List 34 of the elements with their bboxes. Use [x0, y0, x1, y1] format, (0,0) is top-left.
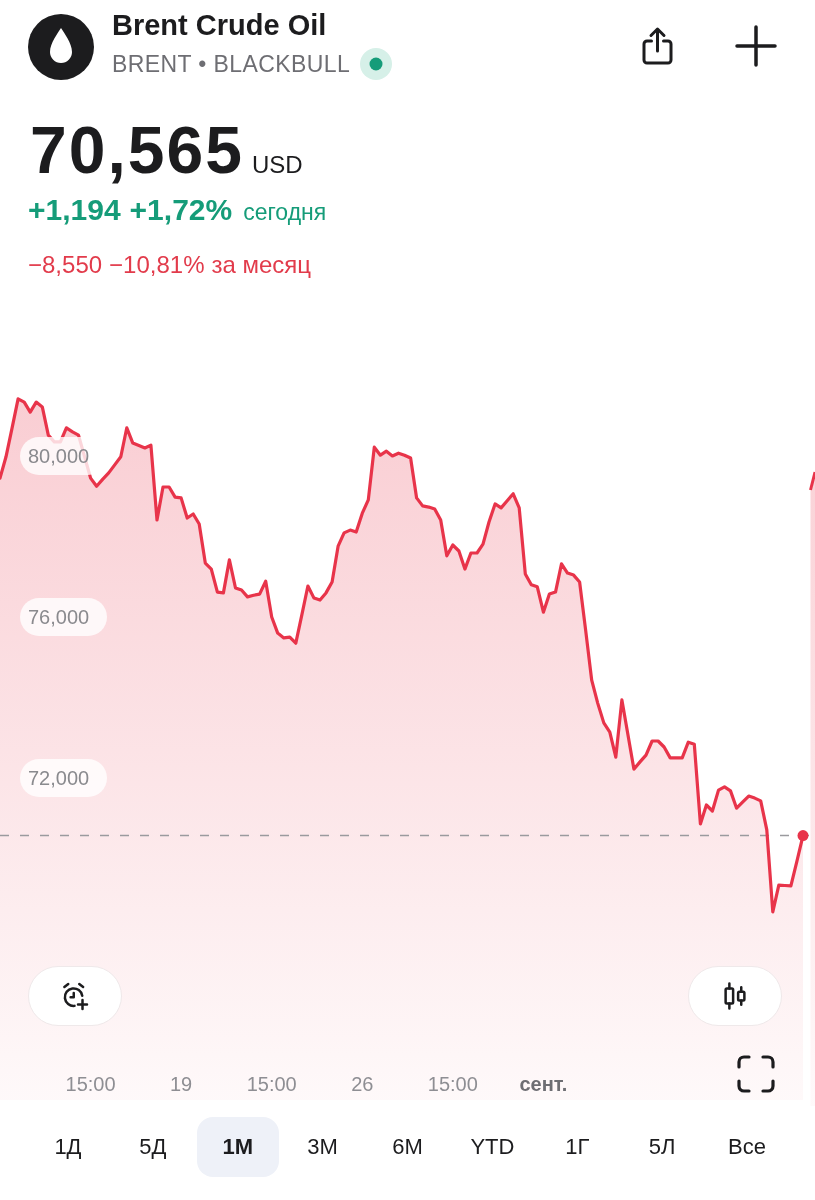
range-tab[interactable]: Все	[706, 1117, 788, 1177]
x-axis-label: 19	[170, 1073, 193, 1095]
range-tab[interactable]: 5Д	[111, 1117, 194, 1177]
change-period: за месяц	[211, 251, 312, 279]
drop-logo-icon	[28, 14, 94, 80]
range-tab[interactable]: 3M	[281, 1117, 364, 1177]
instrument-title: Brent Crude Oil	[112, 10, 328, 40]
plus-icon[interactable]	[735, 25, 777, 67]
x-axis-label: сент.	[519, 1073, 568, 1095]
x-axis-label: 15:00	[65, 1073, 116, 1095]
change-amount: +1,194	[28, 193, 121, 227]
range-tab[interactable]: 1Д	[27, 1117, 109, 1177]
range-tab[interactable]: 6M	[366, 1117, 449, 1177]
change-period: сегодня	[243, 198, 327, 227]
share-icon[interactable]	[640, 26, 675, 66]
change-percent: +1,72%	[129, 193, 233, 227]
y-tick-label: 80,000	[28, 445, 90, 468]
instrument-subtitle: BRENT • BLACKBULL	[112, 50, 351, 79]
fullscreen-icon[interactable]	[737, 1055, 775, 1093]
range-tab[interactable]: 1Г	[536, 1117, 619, 1177]
price-value: 70,565	[30, 117, 244, 183]
range-tab[interactable]: 1M	[196, 1117, 279, 1177]
change-percent: −10,81%	[109, 251, 205, 279]
x-axis-label: 26	[351, 1073, 374, 1095]
x-axis-label: 15:00	[246, 1073, 297, 1095]
currency-label: USD	[251, 151, 303, 179]
y-tick-label: 72,000	[28, 767, 90, 789]
y-tick-label: 76,000	[28, 606, 90, 628]
alarm-plus-icon	[60, 981, 90, 1011]
range-tab[interactable]: 5Л	[621, 1117, 704, 1177]
price-marker-icon	[797, 830, 809, 842]
change-amount: −8,550	[28, 251, 103, 279]
x-axis-label: 15:00	[427, 1073, 478, 1095]
range-tab[interactable]: YTD	[451, 1117, 534, 1177]
